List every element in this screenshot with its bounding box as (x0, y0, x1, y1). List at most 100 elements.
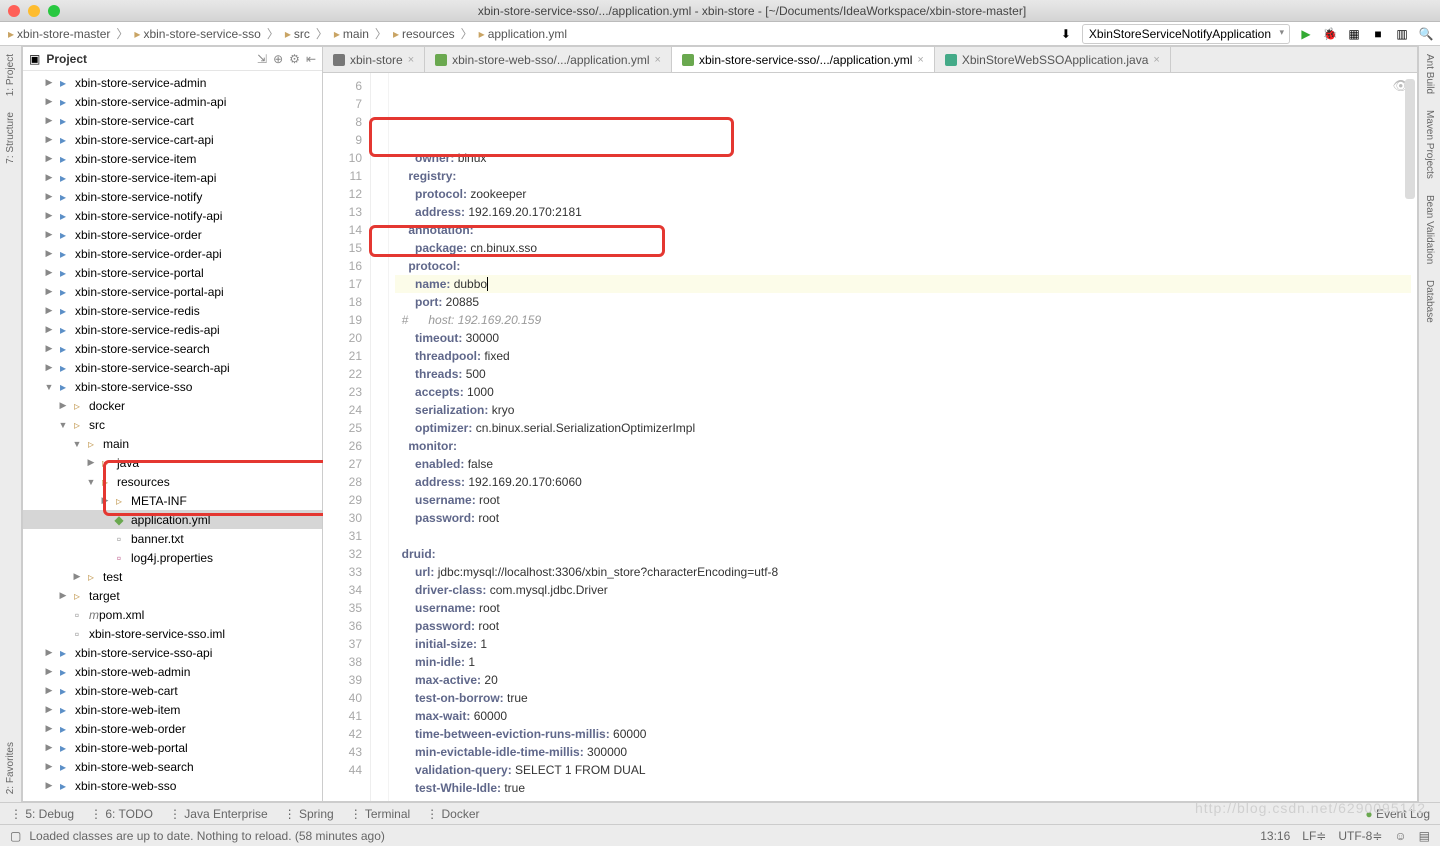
close-tab-icon[interactable]: × (917, 54, 923, 66)
tree-node[interactable]: ▼▹resources (23, 472, 322, 491)
disclosure-arrow-icon[interactable]: ▶ (71, 571, 83, 582)
tree-node[interactable]: ▶▸xbin-store-web-cart (23, 681, 322, 700)
code-line[interactable]: initial-size: 1 (395, 635, 1411, 653)
disclosure-arrow-icon[interactable]: ▶ (43, 210, 55, 221)
coverage-icon[interactable]: ▦ (1346, 26, 1362, 42)
project-tree[interactable]: ▶▸xbin-store-service-admin ▶▸xbin-store-s… (23, 71, 322, 801)
disclosure-arrow-icon[interactable]: ▶ (43, 704, 55, 715)
tree-node[interactable]: ▼▹main (23, 434, 322, 453)
code-line[interactable]: username: root (395, 491, 1411, 509)
tree-node[interactable]: ▶▸xbin-store-service-item-api (23, 168, 322, 187)
tree-node[interactable]: ▫log4j.properties (23, 548, 322, 567)
code-line[interactable]: url: jdbc:mysql://localhost:3306/xbin_st… (395, 563, 1411, 581)
code-line[interactable]: threads: 500 (395, 365, 1411, 383)
disclosure-arrow-icon[interactable]: ▶ (43, 647, 55, 658)
code-line[interactable]: enabled: false (395, 455, 1411, 473)
event-log-button[interactable]: ● Event Log (1365, 807, 1430, 821)
disclosure-arrow-icon[interactable]: ▶ (43, 742, 55, 753)
autoscroll-icon[interactable]: ⊕ (273, 52, 283, 66)
disclosure-arrow-icon[interactable]: ▶ (43, 153, 55, 164)
tree-node[interactable]: ▶▸xbin-store-web-admin (23, 662, 322, 681)
code-line[interactable]: test-on-borrow: true (395, 689, 1411, 707)
tree-node[interactable]: ▼▹src (23, 415, 322, 434)
close-tab-icon[interactable]: × (408, 54, 414, 66)
scrollbar-thumb[interactable] (1405, 79, 1415, 199)
tool-database[interactable]: Database (1424, 272, 1435, 331)
disclosure-arrow-icon[interactable]: ▶ (43, 685, 55, 696)
stop-icon[interactable]: ■ (1370, 26, 1386, 42)
code-line[interactable]: address: 192.169.20.170:2181 (395, 203, 1411, 221)
editor-tab[interactable]: XbinStoreWebSSOApplication.java× (935, 47, 1171, 72)
zoom-window-icon[interactable] (48, 5, 60, 17)
tree-node[interactable]: ▶▸xbin-store-service-notify (23, 187, 322, 206)
tree-node[interactable]: ▶▸xbin-store-service-item (23, 149, 322, 168)
tree-node[interactable]: ▶▸xbin-store-web-search (23, 757, 322, 776)
tree-node[interactable]: ▶▸xbin-store-service-admin (23, 73, 322, 92)
project-view-icon[interactable]: ▣ (29, 52, 40, 66)
code-line[interactable]: max-active: 20 (395, 671, 1411, 689)
editor-tab[interactable]: xbin-store× (323, 47, 425, 72)
tool-antbuild[interactable]: Ant Build (1424, 46, 1435, 102)
code-line[interactable]: test-on-return: false (395, 797, 1411, 801)
code-line[interactable]: serialization: kryo (395, 401, 1411, 419)
tree-node[interactable]: ◆application.yml (23, 510, 322, 529)
tree-node[interactable]: ▶▸xbin-store-service-portal-api (23, 282, 322, 301)
editor-tab[interactable]: xbin-store-service-sso/.../application.y… (672, 47, 935, 72)
code-line[interactable]: username: root (395, 599, 1411, 617)
code-line[interactable]: annotation: (395, 221, 1411, 239)
bottom-tool-button[interactable]: ⋮ 6: TODO (90, 807, 153, 821)
disclosure-arrow-icon[interactable]: ▶ (43, 324, 55, 335)
code-line[interactable]: min-idle: 1 (395, 653, 1411, 671)
tool-beanvalidation[interactable]: Bean Validation (1424, 187, 1435, 272)
tree-node[interactable]: ▶▹test (23, 567, 322, 586)
bottom-tool-button[interactable]: ⋮ Spring (284, 807, 334, 821)
disclosure-arrow-icon[interactable]: ▼ (85, 477, 97, 487)
disclosure-arrow-icon[interactable]: ▶ (57, 400, 69, 411)
code-line[interactable]: max-wait: 60000 (395, 707, 1411, 725)
tree-node[interactable]: ▶▸xbin-store-web-item (23, 700, 322, 719)
hector-icon[interactable]: ☺ (1394, 829, 1406, 843)
code-line[interactable]: registry: (395, 167, 1411, 185)
disclosure-arrow-icon[interactable]: ▼ (71, 439, 83, 449)
close-tab-icon[interactable]: × (1153, 54, 1159, 66)
code-line[interactable]: name: dubbo (395, 275, 1411, 293)
gear-icon[interactable]: ⚙ (289, 52, 300, 66)
code-line[interactable]: timeout: 30000 (395, 329, 1411, 347)
disclosure-arrow-icon[interactable]: ▶ (43, 77, 55, 88)
code-line[interactable]: owner: binux (395, 149, 1411, 167)
code-line[interactable]: # host: 192.169.20.159 (395, 311, 1411, 329)
disclosure-arrow-icon[interactable]: ▶ (43, 666, 55, 677)
tree-node[interactable]: ▼▸xbin-store-service-sso (23, 377, 322, 396)
tree-node[interactable]: ▶▹docker (23, 396, 322, 415)
tree-node[interactable]: ▶▸xbin-store-web-portal (23, 738, 322, 757)
disclosure-arrow-icon[interactable]: ▶ (43, 115, 55, 126)
memory-indicator[interactable]: ▤ (1419, 829, 1430, 843)
tree-node[interactable]: ▶▹META-INF (23, 491, 322, 510)
breadcrumb-item[interactable]: ▸src (283, 27, 312, 41)
code-line[interactable]: druid: (395, 545, 1411, 563)
debug-icon[interactable]: 🐞 (1322, 26, 1338, 42)
disclosure-arrow-icon[interactable]: ▶ (43, 172, 55, 183)
code-line[interactable]: address: 192.169.20.170:6060 (395, 473, 1411, 491)
bottom-tool-button[interactable]: ⋮ Docker (426, 807, 479, 821)
disclosure-arrow-icon[interactable]: ▼ (57, 420, 69, 430)
breadcrumb-item[interactable]: ▸main (332, 27, 371, 41)
breadcrumb-item[interactable]: ▸resources (391, 27, 457, 41)
breadcrumb-item[interactable]: ▸xbin-store-master (6, 27, 112, 41)
caret-position[interactable]: 13:16 (1260, 829, 1290, 843)
bottom-tool-button[interactable]: ⋮ Terminal (350, 807, 410, 821)
tree-node[interactable]: ▶▸xbin-store-service-redis-api (23, 320, 322, 339)
tree-node[interactable]: ▶▸xbin-store-web-order (23, 719, 322, 738)
disclosure-arrow-icon[interactable]: ▼ (43, 382, 55, 392)
code-line[interactable]: protocol: zookeeper (395, 185, 1411, 203)
disclosure-arrow-icon[interactable]: ▶ (43, 248, 55, 259)
tree-node[interactable]: ▶▸xbin-store-service-search (23, 339, 322, 358)
tree-node[interactable]: ▫xbin-store-service-sso.iml (23, 624, 322, 643)
code-line[interactable]: password: root (395, 617, 1411, 635)
editor-tab[interactable]: xbin-store-web-sso/.../application.yml× (425, 47, 672, 72)
disclosure-arrow-icon[interactable]: ▶ (43, 267, 55, 278)
search-icon[interactable]: 🔍 (1418, 26, 1434, 42)
make-project-icon[interactable]: ⬇ (1058, 26, 1074, 42)
hide-icon[interactable]: ⇤ (306, 52, 316, 66)
code-line[interactable]: password: root (395, 509, 1411, 527)
